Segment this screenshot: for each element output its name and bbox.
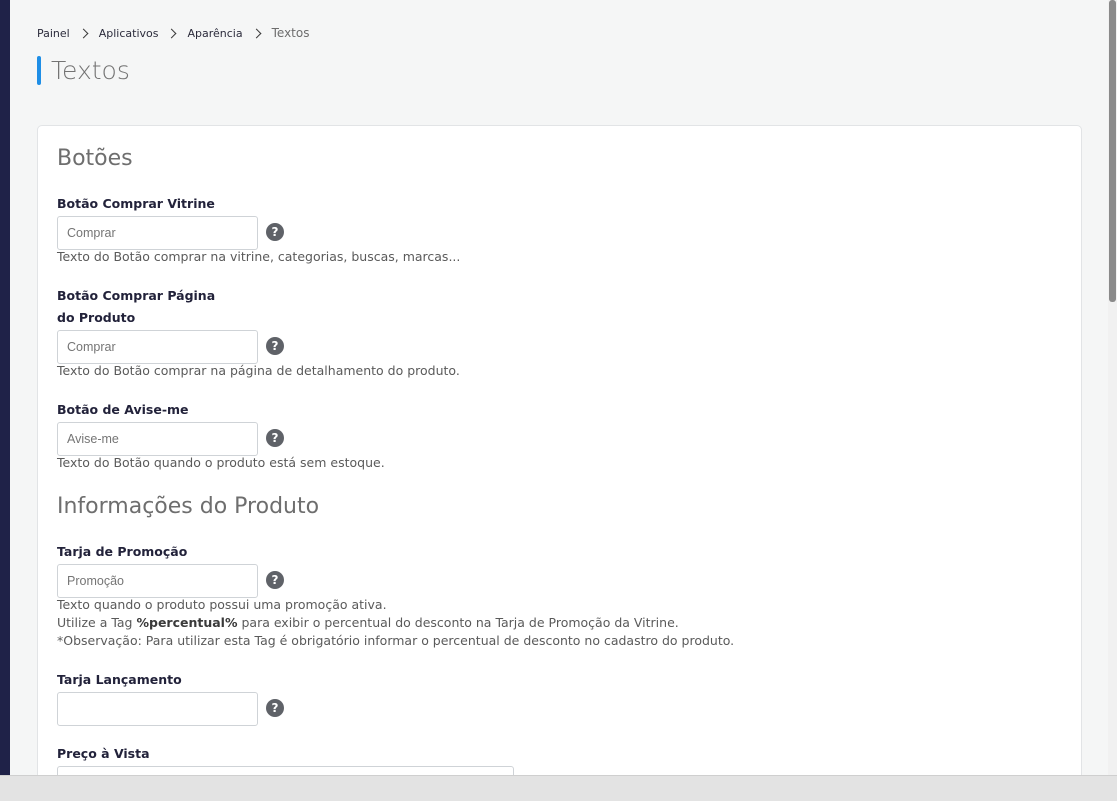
hint-tarja-promocao-line1: Texto quando o produto possui uma promoç… — [57, 597, 387, 612]
breadcrumb-current: Textos — [271, 26, 310, 40]
botao-avise-me-input[interactable] — [57, 422, 258, 456]
hint-tarja-promocao-line2: Utilize a Tag %percentual% para exibir o… — [57, 614, 679, 632]
help-icon[interactable]: ? — [266, 571, 284, 589]
label-tarja-lancamento: Tarja Lançamento — [57, 672, 182, 687]
sidebar-edge — [0, 0, 10, 775]
chevron-right-icon — [167, 28, 177, 38]
label-botao-comprar-vitrine: Botão Comprar Vitrine — [57, 196, 215, 211]
vertical-scrollbar[interactable] — [1108, 0, 1117, 775]
section-title-product-info: Informações do Produto — [57, 494, 320, 519]
bottom-bar — [0, 775, 1117, 801]
hint-tarja-promocao-line3: *Observação: Para utilizar esta Tag é ob… — [57, 633, 735, 648]
label-botao-avise-me: Botão de Avise-me — [57, 402, 189, 417]
chevron-right-icon — [78, 28, 89, 38]
help-icon[interactable]: ? — [266, 223, 284, 241]
hint-text: Utilize a Tag — [57, 615, 137, 630]
tarja-lancamento-input[interactable] — [57, 692, 258, 726]
help-icon[interactable]: ? — [266, 699, 284, 717]
hint-botao-comprar-pagina-produto: Texto do Botão comprar na página de deta… — [57, 363, 460, 378]
page-header: Textos — [37, 56, 130, 85]
label-tarja-promocao: Tarja de Promoção — [57, 544, 188, 559]
help-icon[interactable]: ? — [266, 337, 284, 355]
hint-text: para exibir o percentual do desconto na … — [237, 615, 679, 630]
page-title: Textos — [51, 56, 130, 85]
percentual-tag: %percentual% — [136, 615, 238, 630]
chevron-right-icon — [251, 28, 262, 38]
botao-comprar-vitrine-input[interactable] — [57, 216, 258, 250]
label-preco-a-vista: Preço à Vista — [57, 746, 150, 761]
section-title-buttons: Botões — [57, 146, 133, 171]
breadcrumb-aplicativos[interactable]: Aplicativos — [99, 27, 159, 40]
breadcrumb-painel[interactable]: Painel — [37, 27, 70, 40]
label-botao-comprar-pagina-produto: Botão Comprar Página do Produto — [57, 288, 216, 325]
title-accent-bar — [37, 56, 41, 85]
hint-botao-avise-me: Texto do Botão quando o produto está sem… — [57, 455, 385, 470]
hint-botao-comprar-vitrine: Texto do Botão comprar na vitrine, categ… — [57, 249, 461, 264]
breadcrumb-aparencia[interactable]: Aparência — [187, 27, 242, 40]
tarja-promocao-input[interactable] — [57, 564, 258, 598]
settings-card: Botões Botão Comprar Vitrine ? Texto do … — [37, 125, 1082, 785]
scrollbar-thumb[interactable] — [1109, 0, 1116, 302]
help-icon[interactable]: ? — [266, 429, 284, 447]
breadcrumb: Painel Aplicativos Aparência Textos — [37, 26, 309, 40]
botao-comprar-pagina-produto-input[interactable] — [57, 330, 258, 364]
